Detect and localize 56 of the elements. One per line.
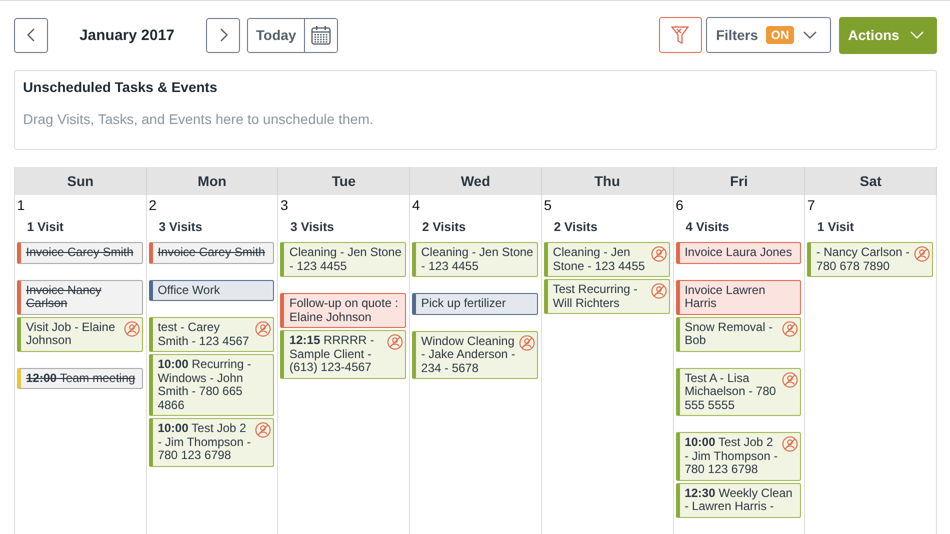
visit-card[interactable]: - Nancy Carlson - 780 678 7890: [807, 242, 933, 277]
visit-card[interactable]: 10:00 Test Job 2 - Jim Thompson - 780 123 6798: [676, 432, 802, 480]
invoice-card[interactable]: Invoice Carey Smith: [17, 242, 143, 264]
day-header: Thu: [542, 167, 674, 195]
filters-dropdown[interactable]: Filters ON: [706, 17, 831, 53]
hint-text: Drag Visits, Tasks, and Events here to unschedule them.: [23, 111, 374, 127]
invoice-card[interactable]: Invoice Lawren Harris: [676, 280, 802, 314]
visit-card[interactable]: Cleaning - Jen Stone - 123 4455: [412, 242, 538, 277]
visit-card[interactable]: Visit Job - Elaine Johnson: [17, 316, 143, 352]
date-number: 5: [544, 196, 553, 215]
day-header: Fri: [674, 167, 806, 195]
today-button[interactable]: Today: [248, 18, 306, 52]
task-card[interactable]: Pick up fertilizer: [412, 293, 538, 314]
invoice-card[interactable]: Invoice Carey Smith: [148, 242, 274, 264]
day-header: Sat: [805, 167, 937, 195]
visit-count: 3 Visits: [289, 219, 335, 236]
visit-count: 1 Visit: [816, 219, 855, 236]
funnel-icon: [669, 24, 692, 46]
visit-card[interactable]: test - Carey Smith - 123 4567: [148, 317, 274, 352]
clear-filter-button[interactable]: [658, 17, 702, 53]
day-header: Sun: [15, 167, 147, 195]
visit-card[interactable]: Snow Removal - Bob: [676, 316, 802, 352]
visit-card[interactable]: Window Cleaning - Jake Anderson - 234 - 5678: [412, 330, 538, 379]
event-card[interactable]: 12:00 Team meeting: [17, 368, 143, 389]
invoice-card[interactable]: Follow-up on quote : Elaine Johnson: [280, 293, 406, 328]
visit-count: 2 Visits: [552, 219, 598, 236]
date-number: 1: [17, 196, 26, 215]
date-number: 2: [148, 196, 158, 215]
visit-card[interactable]: Cleaning - Jen Stone - 123 4455: [280, 242, 406, 277]
status-badge: ON: [766, 26, 794, 44]
panel-title: Unscheduled Tasks & Events: [23, 79, 218, 95]
visit-card[interactable]: 12:30 Weekly Clean - Lawren Harris -: [676, 482, 802, 518]
visit-card[interactable]: 12:15 RRRRR - Sample Client - (613) 123-4567: [280, 330, 406, 378]
visit-count: 4 Visits: [684, 219, 730, 236]
visit-count: 3 Visits: [158, 219, 204, 236]
day-header: Wed: [410, 167, 542, 195]
date-number: 3: [280, 196, 290, 215]
date-number: 7: [807, 196, 816, 215]
visit-card[interactable]: Cleaning - Jen Stone - 123 4455: [544, 242, 670, 277]
previous-button[interactable]: [14, 18, 48, 52]
visit-count: 2 Visits: [421, 219, 467, 236]
invoice-card[interactable]: Invoice Nancy Carlson: [17, 280, 143, 314]
visit-card[interactable]: Test A - Lisa Michaelson - 780 555 5555: [676, 368, 802, 416]
visit-card[interactable]: 10:00 Recurring - Windows - John Smith - 780 665 4866: [148, 354, 274, 416]
date-number: 4: [412, 196, 421, 215]
visit-count: 1 Visit: [26, 219, 65, 236]
invoice-card[interactable]: Invoice Laura Jones: [676, 242, 802, 264]
day-header: Mon: [146, 167, 278, 195]
visit-card[interactable]: 10:00 Test Job 2 - Jim Thompson - 780 123 6798: [148, 418, 274, 466]
month-title: January 2017: [78, 26, 176, 44]
visit-card[interactable]: Test Recurring - Will Richters: [544, 279, 670, 314]
day-header: Tue: [278, 167, 410, 195]
date-number: 6: [676, 196, 684, 215]
calendar-icon: [310, 24, 332, 46]
next-button[interactable]: [206, 18, 240, 52]
task-card[interactable]: Office Work: [148, 280, 274, 301]
